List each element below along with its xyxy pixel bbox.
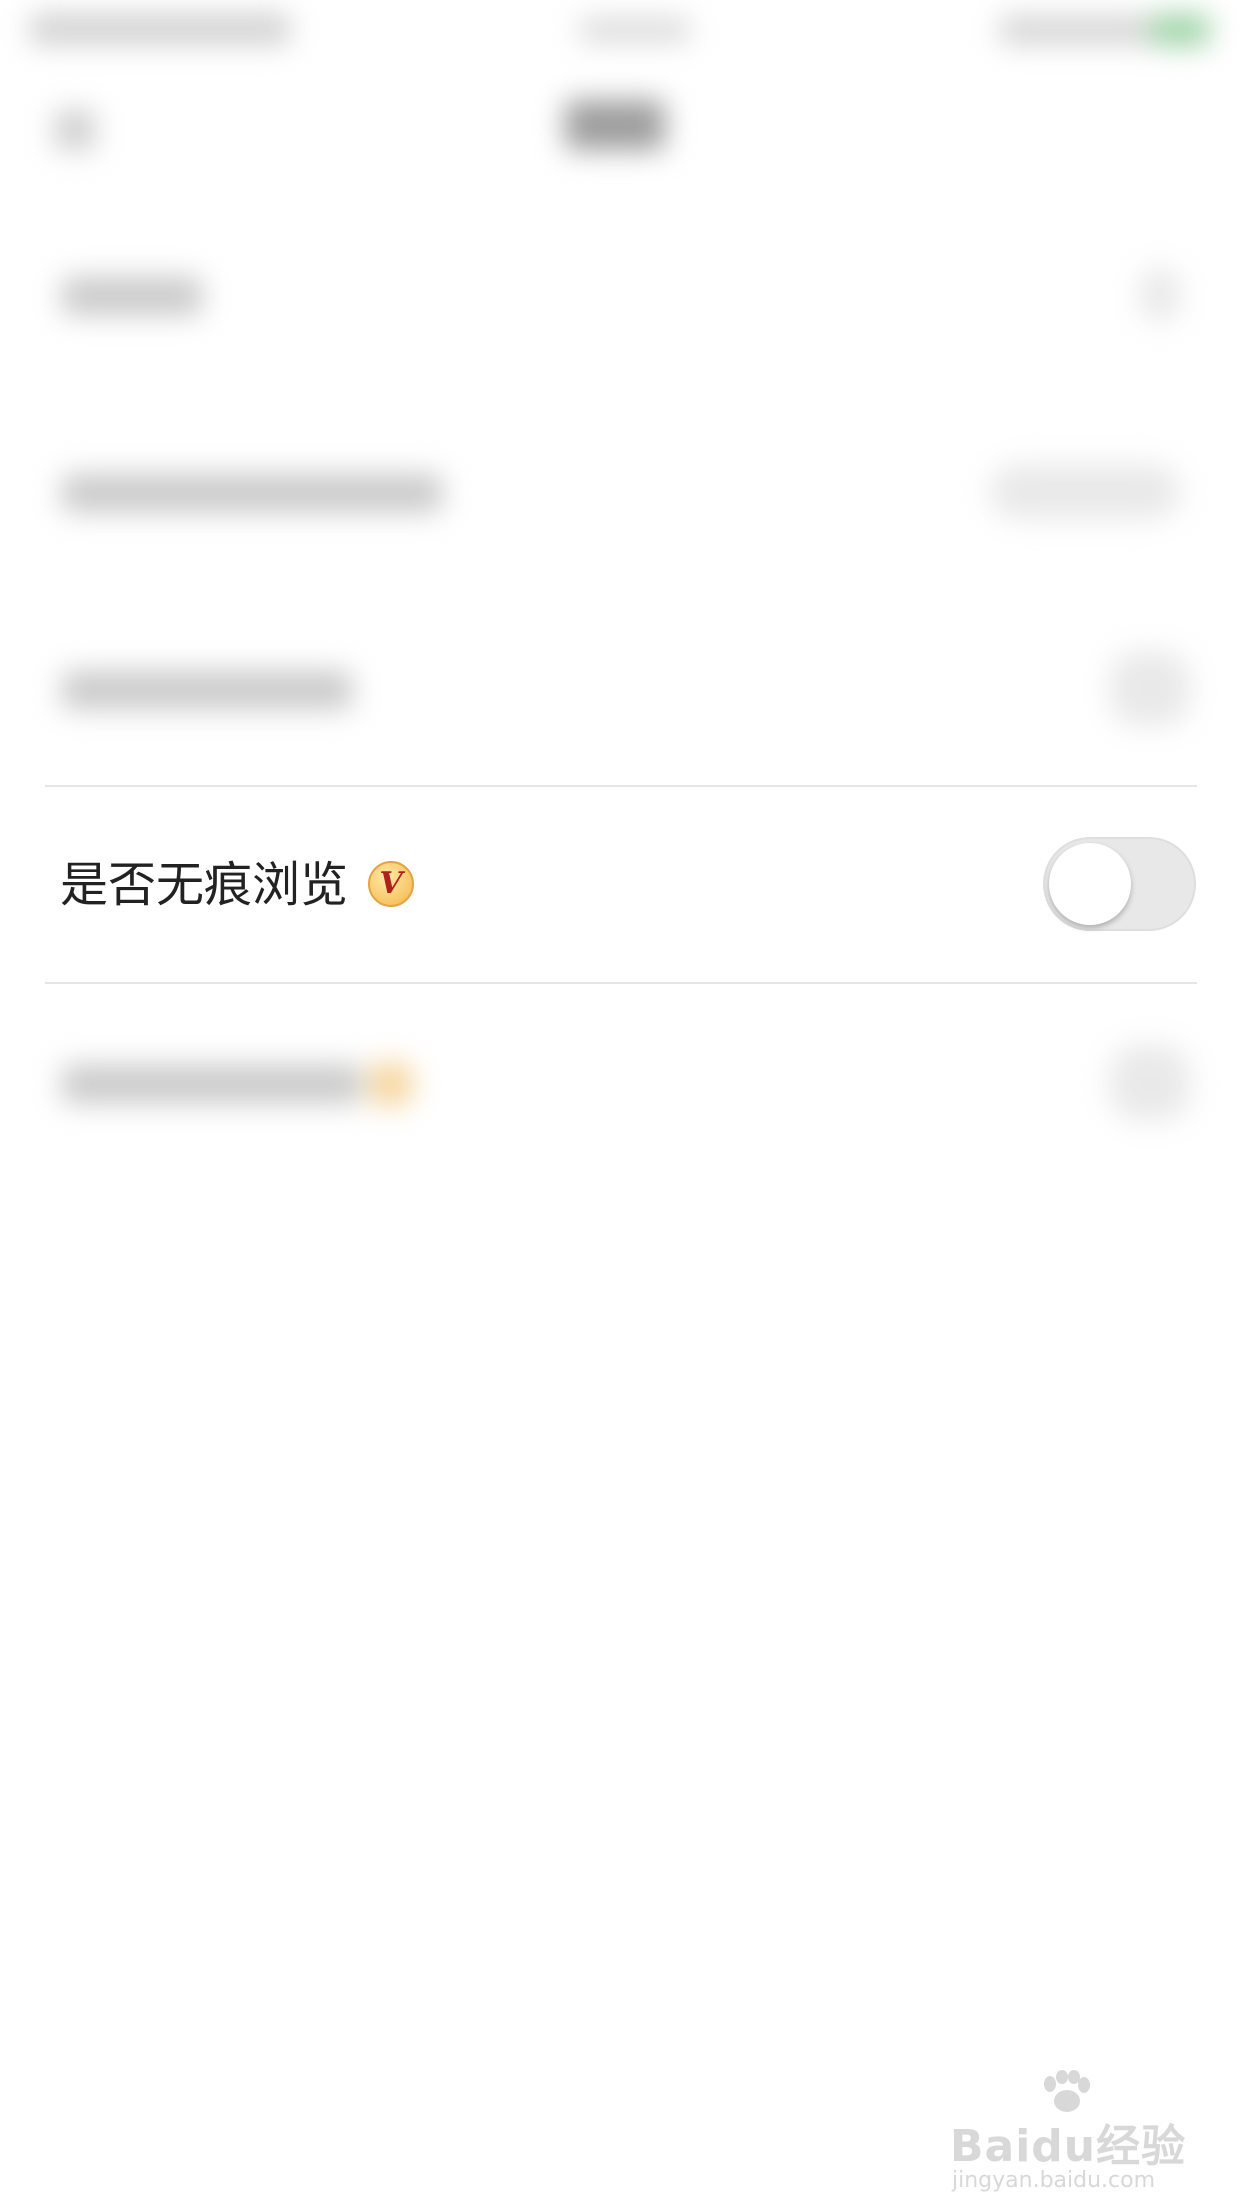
page-title [565, 100, 665, 150]
vip-badge-letter: V [379, 866, 403, 901]
watermark: Baidu经验 jingyan.baidu.com [950, 2070, 1190, 2193]
vip-badge-icon [368, 1061, 414, 1107]
incognito-toggle[interactable] [1043, 837, 1196, 931]
settings-row-5[interactable] [0, 985, 1242, 1182]
status-bar [0, 0, 1242, 70]
incognito-label: 是否无痕浏览 [60, 857, 349, 913]
chevron-right-icon [1140, 267, 1180, 322]
settings-row-2[interactable] [0, 394, 1242, 591]
settings-row-incognito[interactable]: 是否无痕浏览 V [0, 787, 1242, 982]
watermark-url: jingyan.baidu.com [952, 2168, 1156, 2193]
settings-row-label [62, 671, 352, 709]
settings-row-label [62, 1065, 362, 1103]
settings-row-label [62, 277, 202, 315]
settings-row-value [990, 464, 1180, 519]
back-icon[interactable] [55, 110, 95, 150]
watermark-text: Baidu经验 [950, 2121, 1187, 2172]
toggle-knob[interactable] [1049, 843, 1131, 925]
settings-row-control[interactable] [1110, 651, 1190, 726]
paw-icon [1044, 2070, 1090, 2112]
divider [45, 982, 1197, 984]
status-carrier [30, 14, 290, 44]
status-time [580, 18, 690, 42]
settings-row-1[interactable] [0, 197, 1242, 394]
vip-badge-icon: V [368, 861, 414, 907]
battery-icon [1150, 14, 1210, 46]
status-indicators [1000, 16, 1150, 44]
settings-row-control[interactable] [1110, 1045, 1190, 1120]
nav-bar [0, 70, 1242, 180]
settings-row-label [62, 474, 442, 512]
settings-row-3[interactable] [0, 591, 1242, 788]
